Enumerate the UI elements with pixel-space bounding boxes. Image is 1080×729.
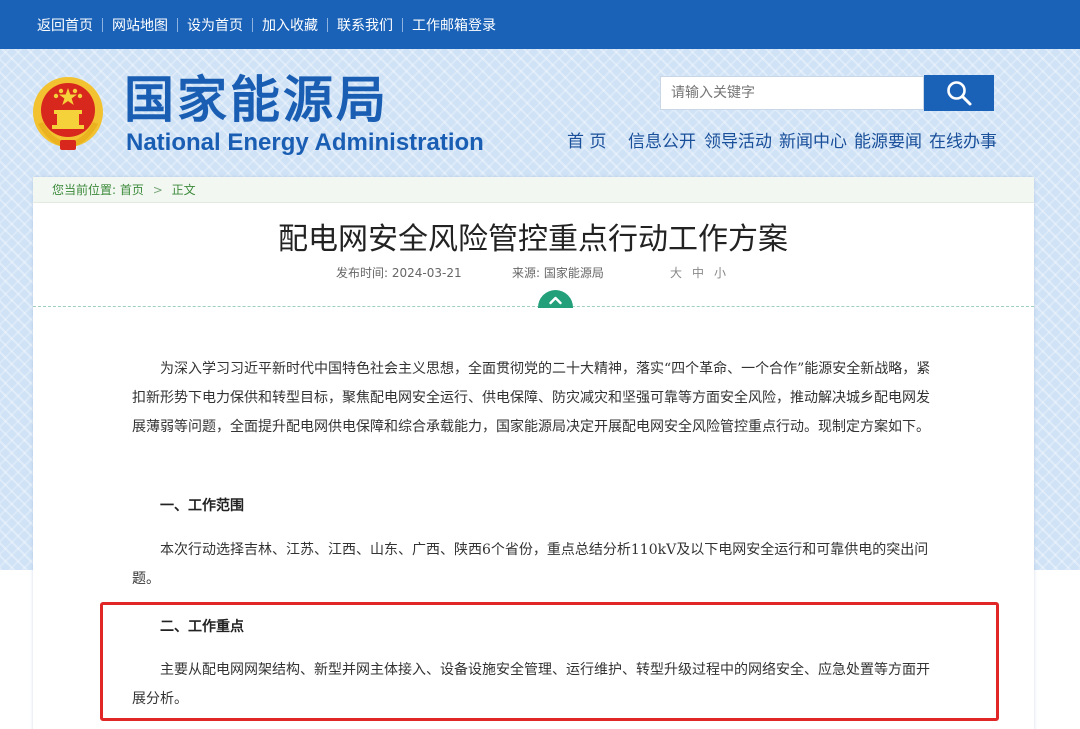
search-input[interactable] bbox=[660, 76, 924, 110]
breadcrumb-home[interactable]: 首页 bbox=[120, 183, 144, 197]
top-bar: 返回首页 网站地图 设为首页 加入收藏 联系我们 工作邮箱登录 bbox=[0, 0, 1080, 49]
article-source: 来源: 国家能源局 bbox=[512, 266, 604, 280]
toggle-disc bbox=[538, 290, 573, 308]
top-nav: 返回首页 网站地图 设为首页 加入收藏 联系我们 工作邮箱登录 bbox=[28, 0, 505, 49]
breadcrumb: 您当前位置: 首页 > 正文 bbox=[33, 177, 1034, 203]
main-nav-energy-news[interactable]: 能源要闻 bbox=[854, 130, 922, 154]
site-logo-english[interactable]: National Energy Administration bbox=[126, 128, 484, 158]
main-nav-online-services[interactable]: 在线办事 bbox=[929, 130, 997, 154]
highlight-box bbox=[100, 602, 999, 721]
font-size-small[interactable]: 小 bbox=[714, 264, 726, 281]
breadcrumb-separator: > bbox=[152, 183, 163, 197]
article-paragraph-intro: 为深入学习习近平新时代中国特色社会主义思想，全面贯彻党的二十大精神，落实“四个革… bbox=[132, 361, 931, 435]
top-nav-sitemap[interactable]: 网站地图 bbox=[103, 15, 177, 35]
top-nav-email-login[interactable]: 工作邮箱登录 bbox=[403, 15, 505, 35]
title-divider bbox=[33, 306, 1034, 307]
site-logo-chinese[interactable]: 国家能源局 bbox=[124, 70, 389, 130]
top-nav-bookmark[interactable]: 加入收藏 bbox=[253, 15, 327, 35]
collapse-toggle[interactable] bbox=[538, 290, 573, 308]
main-nav-news[interactable]: 新闻中心 bbox=[779, 130, 847, 154]
top-nav-contact[interactable]: 联系我们 bbox=[328, 15, 402, 35]
search-button[interactable] bbox=[924, 75, 994, 111]
font-size-large[interactable]: 大 bbox=[670, 264, 682, 281]
top-nav-home[interactable]: 返回首页 bbox=[28, 15, 102, 35]
breadcrumb-current: 正文 bbox=[171, 183, 196, 197]
main-nav-info-disclosure[interactable]: 信息公开 bbox=[628, 130, 696, 154]
chevron-up-icon bbox=[549, 296, 562, 305]
search-icon bbox=[947, 81, 972, 106]
section-heading-scope: 一、工作范围 bbox=[160, 498, 244, 514]
national-emblem-icon bbox=[33, 77, 103, 150]
font-size-medium[interactable]: 中 bbox=[692, 264, 704, 281]
top-nav-set-homepage[interactable]: 设为首页 bbox=[178, 15, 252, 35]
article-paragraph-scope: 本次行动选择吉林、江苏、江西、山东、广西、陕西6个省份，重点总结分析110kV及… bbox=[132, 542, 929, 587]
article-title: 配电网安全风险管控重点行动工作方案 bbox=[278, 222, 788, 257]
main-nav-home[interactable]: 首 页 bbox=[567, 130, 606, 154]
breadcrumb-prefix: 您当前位置: bbox=[52, 183, 117, 197]
publish-time: 发布时间: 2024-03-21 bbox=[336, 266, 462, 280]
main-nav-leadership[interactable]: 领导活动 bbox=[704, 130, 772, 154]
